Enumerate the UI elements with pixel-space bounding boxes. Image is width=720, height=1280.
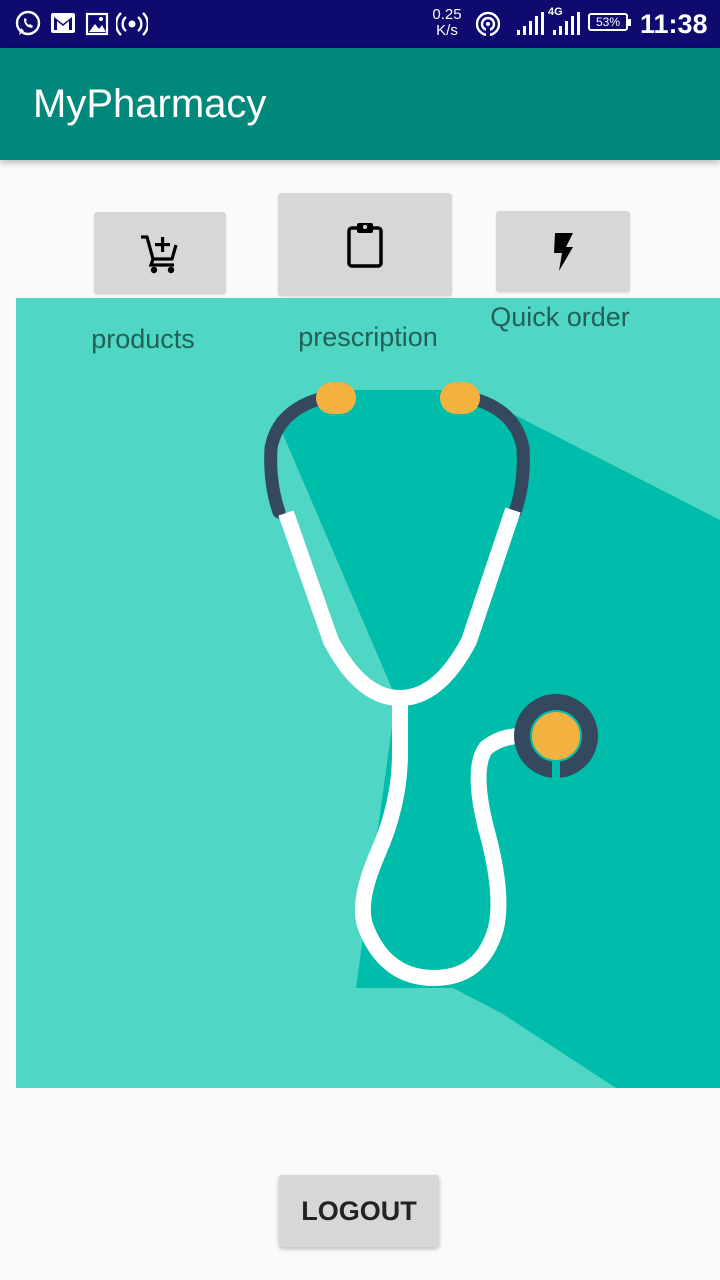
status-bar: 0.25 K/s 4G 53% 11:38 — [0, 0, 720, 48]
flash-icon — [554, 232, 573, 271]
prescription-button[interactable] — [278, 193, 452, 296]
prescription-label: prescription — [298, 322, 438, 352]
signal-4g-icon — [553, 12, 580, 35]
clipboard-icon — [347, 222, 383, 268]
stethoscope-icon — [264, 382, 720, 1088]
network-speed: 0.25 K/s — [432, 6, 462, 39]
battery-icon: 53% — [588, 13, 631, 31]
wifi-icon — [475, 11, 501, 37]
app-bar: MyPharmacy — [0, 48, 720, 160]
gallery-icon — [85, 12, 109, 36]
hero-illustration — [16, 298, 720, 1088]
signal-icon — [517, 12, 544, 35]
products-label: products — [91, 324, 195, 354]
logout-button[interactable]: LOGOUT — [279, 1175, 439, 1247]
quick-order-label: Quick order — [490, 302, 630, 332]
hotspot-icon — [116, 12, 148, 36]
gmail-icon — [51, 13, 75, 33]
products-button[interactable] — [94, 212, 226, 294]
add-to-cart-icon — [141, 235, 178, 274]
clock: 11:38 — [640, 9, 708, 39]
quick-order-button[interactable] — [496, 211, 630, 292]
app-title: MyPharmacy — [33, 82, 267, 126]
whatsapp-icon — [15, 10, 41, 36]
